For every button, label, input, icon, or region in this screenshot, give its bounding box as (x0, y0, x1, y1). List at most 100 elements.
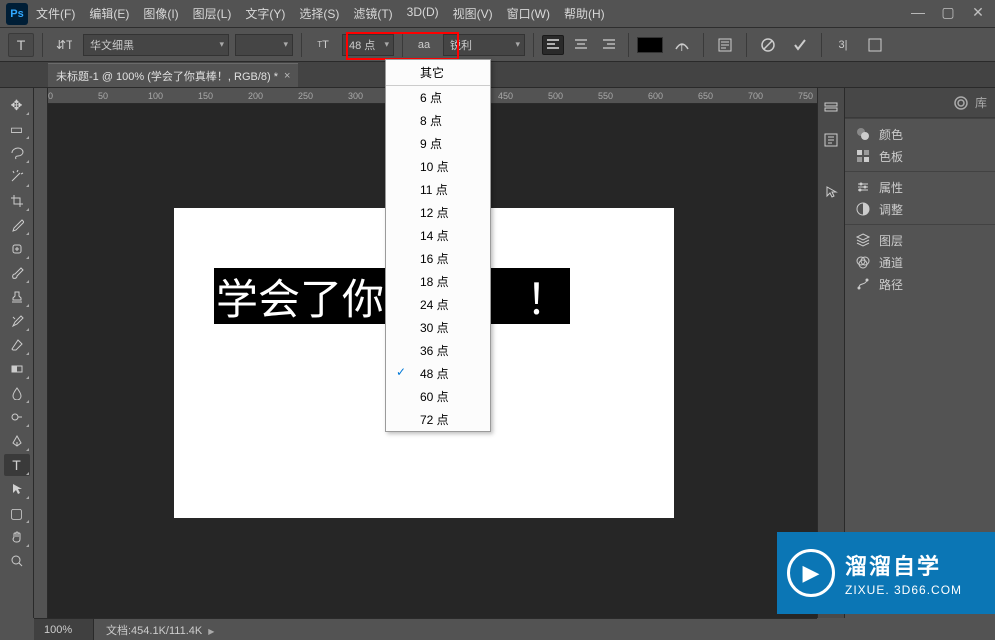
pen-tool[interactable] (4, 430, 30, 452)
properties-icon (855, 179, 871, 195)
panel-color[interactable]: 颜色 (845, 123, 995, 145)
cancel-icon[interactable] (755, 33, 781, 57)
font-size-value: 48 点 (349, 37, 375, 53)
crop-tool[interactable] (4, 190, 30, 212)
close-tab-icon[interactable]: × (284, 70, 290, 82)
dropdown-item[interactable]: 11 点 (386, 178, 490, 201)
divider (301, 33, 302, 57)
vertical-ruler[interactable] (34, 88, 48, 618)
magic-wand-tool[interactable] (4, 166, 30, 188)
pointer-panel-icon[interactable] (821, 182, 841, 202)
document-tab[interactable]: 未标题-1 @ 100% (学会了你真棒！, RGB/8) * × (48, 63, 298, 87)
dropdown-item[interactable]: 16 点 (386, 247, 490, 270)
history-brush-tool[interactable] (4, 310, 30, 332)
align-left-button[interactable] (542, 35, 564, 55)
dropdown-item[interactable]: 72 点 (386, 408, 490, 431)
dropdown-item[interactable]: 24 点 (386, 293, 490, 316)
commit-icon[interactable] (787, 33, 813, 57)
menu-layer[interactable]: 图层(L) (193, 5, 232, 22)
history-icon[interactable] (821, 98, 841, 118)
gradient-tool[interactable] (4, 358, 30, 380)
stamp-tool[interactable] (4, 286, 30, 308)
watermark-sub: ZIXUE. 3D66.COM (845, 583, 962, 597)
menu-file[interactable]: 文件(F) (36, 5, 75, 22)
dropdown-item[interactable]: 12 点 (386, 201, 490, 224)
font-family-combo[interactable]: 华文细黑 ▾ (83, 34, 229, 56)
lasso-tool[interactable] (4, 142, 30, 164)
panel-menu-icon[interactable] (862, 33, 888, 57)
align-right-button[interactable] (598, 35, 620, 55)
adjustments-icon (855, 201, 871, 217)
minimize-button[interactable]: — (911, 4, 925, 21)
swatches-icon (855, 148, 871, 164)
dropdown-item[interactable]: 60 点 (386, 385, 490, 408)
divider (402, 33, 403, 57)
dropdown-header[interactable]: 其它 (386, 60, 490, 86)
color-icon (855, 126, 871, 142)
dropdown-item[interactable]: 10 点 (386, 155, 490, 178)
document-tab-bar: 未标题-1 @ 100% (学会了你真棒！, RGB/8) * × (0, 62, 995, 88)
chevron-down-icon: ▾ (515, 39, 520, 50)
3d-icon[interactable]: 3| (830, 33, 856, 57)
document-info[interactable]: 文档:454.1K/111.4K▶ (94, 622, 214, 638)
move-tool[interactable]: ✥ (4, 94, 30, 116)
type-tool[interactable]: T (4, 454, 30, 476)
menu-edit[interactable]: 编辑(E) (89, 5, 129, 22)
blur-tool[interactable] (4, 382, 30, 404)
brush-tool[interactable] (4, 262, 30, 284)
zoom-level[interactable]: 100% (34, 619, 94, 640)
path-select-tool[interactable] (4, 478, 30, 500)
menu-type[interactable]: 文字(Y) (245, 5, 285, 22)
dropdown-item[interactable]: ✓48 点 (386, 362, 490, 385)
anti-alias-combo[interactable]: 锐利 ▾ (443, 34, 525, 56)
actions-icon[interactable] (821, 130, 841, 150)
text-orientation-icon[interactable]: ⇵T (51, 33, 77, 57)
text-content: 学会了你 (216, 266, 384, 327)
divider (42, 33, 43, 57)
svg-text:T: T (679, 43, 685, 53)
panel-paths[interactable]: 路径 (845, 273, 995, 295)
dropdown-item[interactable]: 8 点 (386, 109, 490, 132)
dropdown-item[interactable]: 14 点 (386, 224, 490, 247)
menu-view[interactable]: 视图(V) (453, 5, 493, 22)
panel-channels[interactable]: 通道 (845, 251, 995, 273)
close-button[interactable]: ✕ (971, 4, 985, 21)
eyedropper-tool[interactable] (4, 214, 30, 236)
font-style-combo[interactable]: ▾ (235, 34, 293, 56)
library-panel-tab[interactable]: 库 (845, 88, 995, 118)
healing-tool[interactable] (4, 238, 30, 260)
align-center-button[interactable] (570, 35, 592, 55)
font-size-icon: TT (310, 33, 336, 57)
maximize-button[interactable]: ▢ (941, 4, 955, 21)
menu-window[interactable]: 窗口(W) (507, 5, 550, 22)
tool-preset-icon[interactable]: T (8, 33, 34, 57)
font-size-combo[interactable]: 48 点 ▾ (342, 34, 394, 56)
divider (533, 33, 534, 57)
panel-properties[interactable]: 属性 (845, 176, 995, 198)
hand-tool[interactable] (4, 526, 30, 548)
menu-3d[interactable]: 3D(D) (407, 5, 439, 22)
dodge-tool[interactable] (4, 406, 30, 428)
dropdown-item[interactable]: 6 点 (386, 86, 490, 109)
panel-adjustments[interactable]: 调整 (845, 198, 995, 220)
warp-text-icon[interactable]: T (669, 33, 695, 57)
options-bar: T ⇵T 华文细黑 ▾ ▾ TT 48 点 ▾ aa 锐利 ▾ T (0, 28, 995, 62)
marquee-tool[interactable]: ▭ (4, 118, 30, 140)
character-panel-icon[interactable] (712, 33, 738, 57)
dropdown-item[interactable]: 30 点 (386, 316, 490, 339)
text-color-swatch[interactable] (637, 37, 663, 53)
shape-tool[interactable]: ▢ (4, 502, 30, 524)
eraser-tool[interactable] (4, 334, 30, 356)
menu-image[interactable]: 图像(I) (143, 5, 178, 22)
panel-layers[interactable]: 图层 (845, 229, 995, 251)
divider (821, 33, 822, 57)
library-label: 库 (975, 94, 987, 111)
panel-swatches[interactable]: 色板 (845, 145, 995, 167)
dropdown-item[interactable]: 18 点 (386, 270, 490, 293)
menu-help[interactable]: 帮助(H) (564, 5, 605, 22)
zoom-tool[interactable] (4, 550, 30, 572)
dropdown-item[interactable]: 9 点 (386, 132, 490, 155)
menu-select[interactable]: 选择(S) (299, 5, 339, 22)
dropdown-item[interactable]: 36 点 (386, 339, 490, 362)
menu-filter[interactable]: 滤镜(T) (353, 5, 392, 22)
